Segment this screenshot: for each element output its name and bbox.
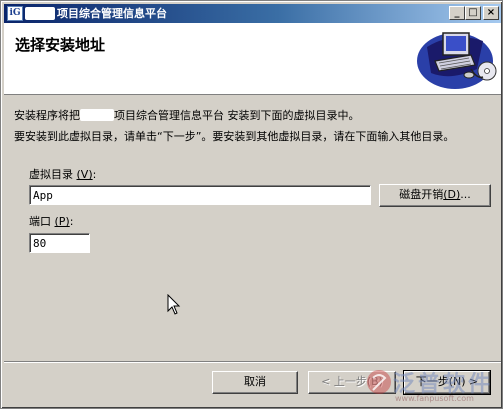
intro-prefix: 安装程序将把 bbox=[14, 109, 80, 122]
port-label-text: 端口 bbox=[29, 215, 51, 228]
port-colon: : bbox=[69, 215, 74, 228]
disk-cost-button[interactable]: 磁盘开销(D)... bbox=[379, 184, 491, 207]
mouse-cursor-icon bbox=[167, 294, 181, 315]
vdir-input[interactable]: App bbox=[29, 185, 371, 205]
instruction-text: 要安装到此虚拟目录，请单击“下一步”。要安装到其他虚拟目录，请在下面输入其他目录… bbox=[14, 130, 455, 143]
next-button[interactable]: 下一步(N) > bbox=[403, 370, 491, 395]
watermark-url: www.fanpusoft.com bbox=[395, 394, 474, 403]
maximize-button[interactable]: □ bbox=[465, 6, 481, 20]
window-controls: _ □ × bbox=[449, 6, 499, 20]
vdir-hotkey: (V) bbox=[76, 168, 93, 181]
back-button[interactable]: < 上一步(B) bbox=[308, 371, 396, 394]
intro-redacted-block bbox=[80, 109, 114, 121]
footer-divider bbox=[4, 361, 501, 363]
disk-cost-hotkey: (D) bbox=[443, 188, 461, 201]
port-label: 端口 (P): bbox=[29, 215, 73, 228]
wizard-header: 选择安装地址 bbox=[4, 23, 501, 95]
disk-cost-suffix: ... bbox=[460, 188, 471, 201]
cancel-button[interactable]: 取消 bbox=[212, 371, 298, 394]
disk-cost-label: 磁盘开销 bbox=[399, 188, 444, 201]
title-redacted-block bbox=[25, 7, 55, 20]
app-icon: iG bbox=[7, 6, 23, 21]
computer-disc-icon bbox=[417, 32, 497, 89]
installer-window: iG 项目综合管理信息平台 _ □ × 选择安装地址 安装程序将把 项目综合管理信… bbox=[0, 0, 503, 409]
minimize-button[interactable]: _ bbox=[449, 6, 465, 20]
page-title: 选择安装地址 bbox=[15, 36, 106, 54]
vdir-label: 虚拟目录 (V): bbox=[29, 168, 96, 181]
window-title: 项目综合管理信息平台 bbox=[57, 7, 167, 20]
vdir-label-text: 虚拟目录 bbox=[29, 168, 73, 181]
intro-text: 安装程序将把 项目综合管理信息平台 安装到下面的虚拟目录中。 bbox=[14, 109, 360, 122]
title-bar[interactable]: iG 项目综合管理信息平台 _ □ × bbox=[4, 4, 501, 23]
vdir-colon: : bbox=[92, 168, 97, 181]
intro-suffix: 项目综合管理信息平台 安装到下面的虚拟目录中。 bbox=[114, 109, 360, 122]
port-input[interactable]: 80 bbox=[29, 233, 90, 253]
close-button[interactable]: × bbox=[483, 6, 499, 20]
port-hotkey: (P) bbox=[54, 215, 70, 228]
